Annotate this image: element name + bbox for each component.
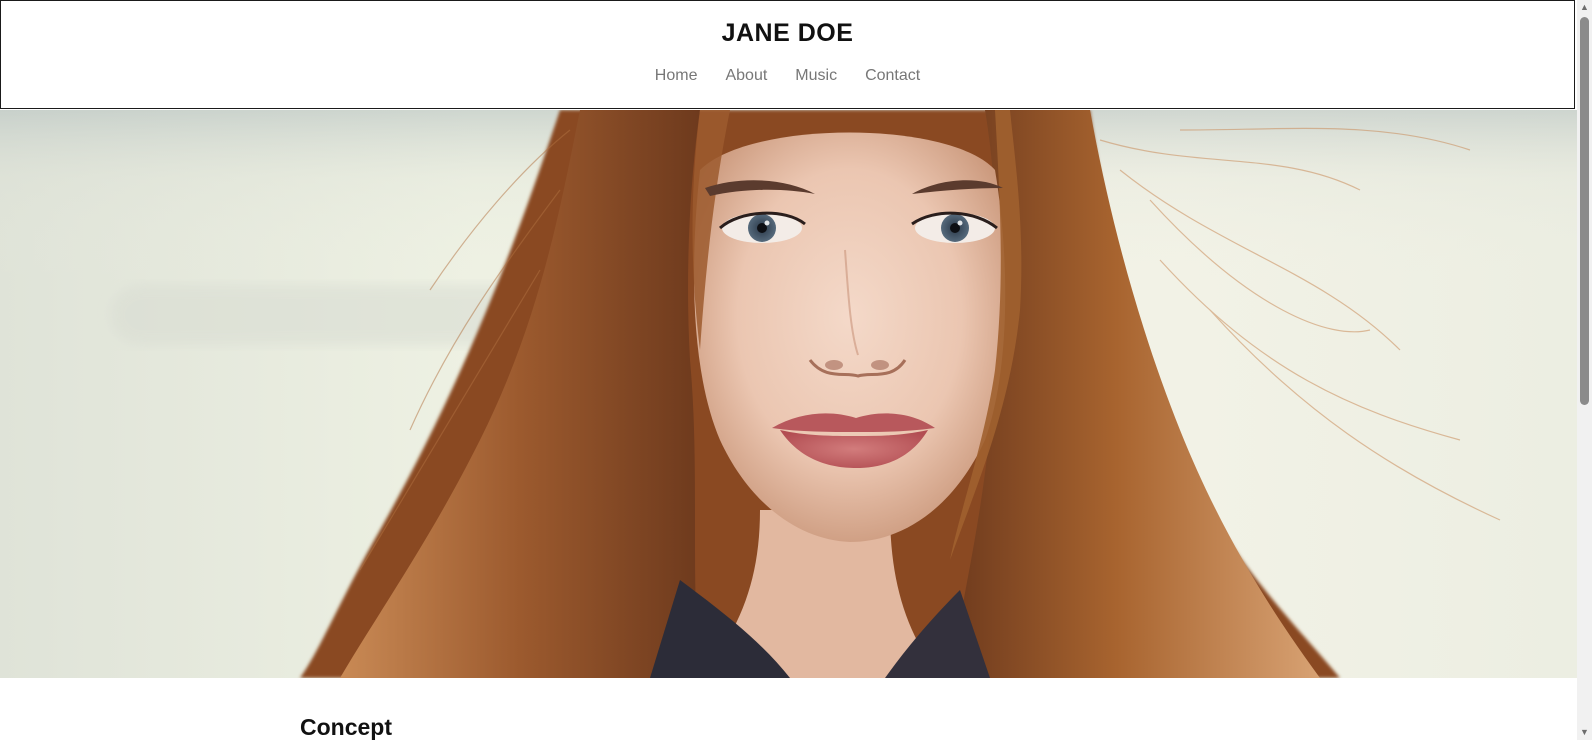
nav-item-contact[interactable]: Contact (865, 67, 920, 85)
nav-item-about[interactable]: About (725, 67, 767, 85)
nav-item-home[interactable]: Home (655, 67, 698, 85)
page: JANE DOE Home About Music Contact Concep… (0, 0, 1577, 740)
portrait-photo (0, 110, 1577, 678)
site-title[interactable]: JANE DOE (1, 19, 1574, 48)
browser-viewport: JANE DOE Home About Music Contact Concep… (0, 0, 1592, 740)
arrow-down-icon[interactable]: ▼ (1577, 725, 1592, 740)
arrow-up-icon[interactable]: ▲ (1577, 0, 1592, 15)
section-heading: Concept (300, 714, 392, 740)
main-nav: Home About Music Contact (1, 67, 1574, 85)
site-header: JANE DOE Home About Music Contact (0, 0, 1575, 109)
scrollbar-thumb[interactable] (1580, 17, 1589, 405)
vertical-scrollbar[interactable]: ▲ ▼ (1577, 0, 1592, 740)
hero-image (0, 110, 1577, 678)
nav-item-music[interactable]: Music (795, 67, 837, 85)
